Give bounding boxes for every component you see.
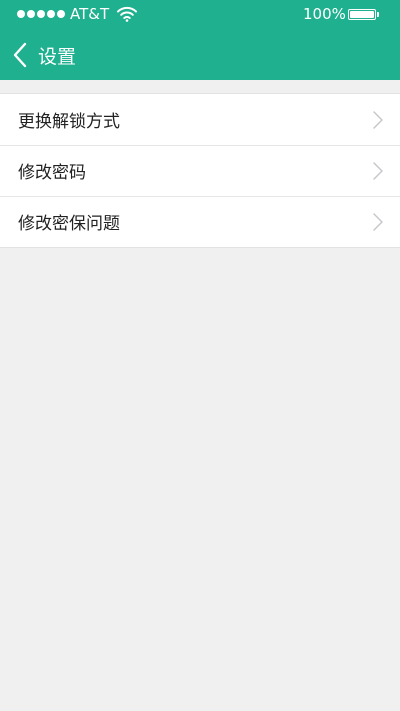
menu-item-label: 更换解锁方式 <box>18 112 120 132</box>
wifi-icon <box>117 6 137 22</box>
signal-dot <box>57 10 65 18</box>
signal-dot <box>37 10 45 18</box>
chevron-right-icon <box>373 162 383 180</box>
nav-bar: 设置 <box>0 30 400 80</box>
battery-percentage: 100% <box>303 5 346 23</box>
signal-dot <box>47 10 55 18</box>
signal-dot <box>17 10 25 18</box>
signal-dot <box>27 10 35 18</box>
page-title: 设置 <box>38 45 77 68</box>
battery-level <box>350 11 374 18</box>
menu-item-change-unlock-method[interactable]: 更换解锁方式 <box>0 94 400 145</box>
settings-menu-list: 更换解锁方式 修改密码 修改密保问题 <box>0 93 400 248</box>
menu-item-change-password[interactable]: 修改密码 <box>0 145 400 196</box>
menu-item-label: 修改密码 <box>18 163 86 183</box>
header: AT&T 100% 设置 <box>0 0 400 80</box>
menu-item-change-security-question[interactable]: 修改密保问题 <box>0 196 400 247</box>
menu-item-label: 修改密保问题 <box>18 214 120 234</box>
carrier-name: AT&T <box>70 5 110 23</box>
chevron-right-icon <box>373 213 383 231</box>
status-bar: AT&T 100% <box>0 0 400 30</box>
settings-screen: AT&T 100% 设置 更换解锁方式 修改密码 修改密保问题 <box>0 0 400 711</box>
back-button[interactable]: 设置 <box>10 38 76 72</box>
battery-icon <box>348 9 376 20</box>
battery-tip <box>377 12 379 17</box>
chevron-right-icon <box>373 111 383 129</box>
signal-strength-icon <box>17 10 65 18</box>
chevron-left-icon <box>13 42 27 68</box>
